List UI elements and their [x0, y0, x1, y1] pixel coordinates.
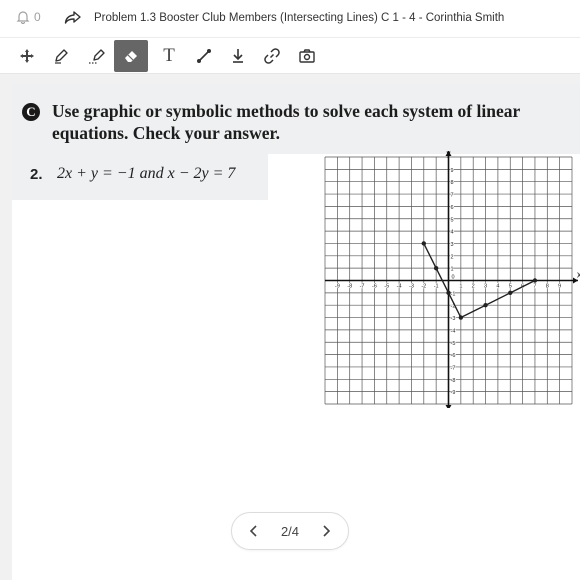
share-button[interactable]	[64, 10, 82, 31]
link-icon	[264, 48, 280, 64]
y-tick-label: 5	[451, 217, 454, 223]
app-header: 0 Problem 1.3 Booster Club Members (Inte…	[0, 0, 580, 38]
y-tick-label: -5	[451, 341, 456, 347]
x-tick-label: 4	[496, 284, 499, 290]
chevron-right-icon	[323, 525, 331, 537]
next-page-button[interactable]	[318, 523, 334, 539]
x-tick-label: 2	[472, 284, 475, 290]
y-tick-label: 6	[451, 205, 454, 211]
y-tick-label: 4	[451, 230, 454, 236]
bell-icon	[16, 11, 30, 24]
y-tick-label: -9	[451, 390, 456, 396]
text-tool-button[interactable]: T	[152, 40, 186, 72]
share-arrow-icon	[64, 11, 81, 24]
x-tick-label: 1	[459, 284, 462, 290]
line-icon	[197, 49, 211, 63]
plotted-point	[532, 278, 538, 283]
x-tick-label: 7	[533, 284, 536, 290]
y-tick-label: 7	[451, 193, 454, 199]
question-text: 2x + y = −1 and x − 2y = 7	[57, 165, 236, 182]
eraser-tool-button[interactable]	[114, 40, 148, 72]
plotted-point	[433, 265, 439, 271]
y-tick-label: -3	[451, 316, 456, 322]
move-icon	[20, 49, 34, 63]
x-tick-label: -8	[347, 284, 352, 290]
pin-icon	[233, 49, 243, 63]
plotted-point	[421, 241, 426, 246]
question-number: 2.	[30, 166, 43, 183]
chevron-left-icon	[249, 525, 257, 537]
line-tool-button[interactable]	[187, 40, 221, 72]
x-tick-label: -6	[372, 284, 377, 290]
section-badge: C	[22, 103, 40, 121]
x-tick-label: -9	[335, 284, 340, 290]
x-tick-label: -4	[397, 284, 402, 290]
move-tool-button[interactable]	[10, 40, 44, 72]
plotted-point	[508, 290, 513, 296]
coordinate-grid[interactable]: xy-9 -8 -7 -6 -5 -4 -3 -2 -1 1 2 3 4 5 6 7 8 9987654321-1…	[318, 150, 580, 408]
x-tick-label: -2	[421, 284, 426, 290]
x-tick-label: -3	[409, 284, 414, 290]
x-tick-label: 9	[558, 284, 561, 290]
x-tick-label: 5	[509, 284, 512, 290]
y-tick-label: -8	[451, 378, 456, 384]
y-tick-label: 2	[451, 254, 454, 260]
y-axis-label: y	[447, 150, 451, 158]
y-tick-label: 3	[451, 242, 454, 248]
plotted-point	[446, 290, 451, 296]
y-tick-label: -7	[451, 365, 456, 371]
pen-icon	[55, 49, 68, 64]
notifications[interactable]: 0	[16, 10, 41, 24]
y-tick-label: 9	[451, 168, 454, 174]
camera-icon	[299, 49, 315, 63]
y-tick-label: 1	[451, 267, 454, 273]
eraser-icon	[125, 51, 137, 62]
highlighter-tool-button[interactable]	[80, 40, 114, 72]
x-tick-label: -5	[384, 284, 389, 290]
x-tick-label: 8	[546, 284, 549, 290]
previous-page-button[interactable]	[246, 523, 262, 539]
notification-count: 0	[34, 10, 41, 24]
page-indicator: 2/4	[280, 523, 300, 539]
link-tool-button[interactable]	[255, 40, 289, 72]
y-tick-label: -4	[451, 328, 456, 334]
annotation-toolbar: T	[0, 38, 580, 74]
x-tick-label: 3	[484, 284, 487, 290]
text-icon: T	[163, 45, 175, 66]
pin-tool-button[interactable]	[221, 40, 255, 72]
y-tick-label: -6	[451, 353, 456, 359]
screenshot-tool-button[interactable]	[290, 40, 324, 72]
instructions-text: Use graphic or symbolic methods to solve…	[52, 101, 520, 143]
y-axis-arrow-down	[445, 405, 452, 408]
highlighter-icon	[89, 49, 105, 64]
y-tick-label: -1	[451, 291, 456, 297]
x-tick-label: -7	[360, 284, 365, 290]
y-tick-label: 8	[451, 180, 454, 186]
plotted-point	[483, 303, 488, 308]
pen-tool-button[interactable]	[44, 40, 78, 72]
plotted-point	[458, 315, 464, 320]
document-title: Problem 1.3 Booster Club Members (Inters…	[94, 12, 505, 24]
page-navigator: 2/4	[231, 512, 349, 550]
x-tick-label: -1	[434, 284, 439, 290]
origin-label: 0	[452, 275, 455, 281]
